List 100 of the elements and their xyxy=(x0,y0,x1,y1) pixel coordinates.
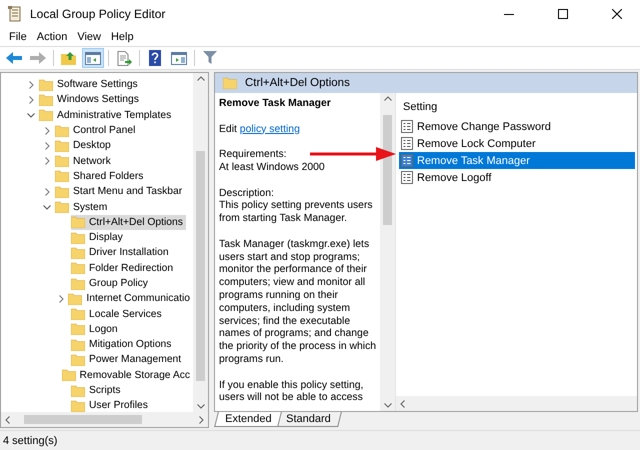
folder-icon xyxy=(71,262,85,274)
close-icon xyxy=(612,9,622,19)
folder-icon xyxy=(71,246,85,259)
requirements-label: Requirements: xyxy=(219,149,287,162)
tree-item[interactable]: Internet Communicatio xyxy=(68,291,193,306)
menu-item[interactable]: View xyxy=(72,31,106,43)
folder-icon xyxy=(68,292,82,305)
setting-row[interactable]: Remove Logoff xyxy=(399,169,635,186)
folder-icon xyxy=(71,308,85,320)
folder-icon xyxy=(71,338,85,351)
view-tab[interactable]: Standard xyxy=(276,412,342,427)
maximize-icon xyxy=(558,9,568,19)
folder-icon xyxy=(71,278,85,290)
folder-icon xyxy=(55,155,69,168)
tree-item[interactable]: System xyxy=(55,200,110,215)
folder-icon xyxy=(71,354,85,366)
scroll-left-icon[interactable] xyxy=(5,416,10,424)
tree-item[interactable]: Administrative Templates xyxy=(39,108,174,123)
tree-item[interactable]: Folder Redirection xyxy=(71,260,176,276)
tree-item[interactable]: Display xyxy=(71,230,126,246)
column-header[interactable]: Setting xyxy=(399,98,635,116)
folder-icon xyxy=(39,78,53,91)
tree-item[interactable]: Network xyxy=(55,154,114,169)
tree-item[interactable]: Ctrl+Alt+Del Options xyxy=(71,214,186,230)
description-text: This policy setting prevents users from starting Task Manager. xyxy=(219,200,374,226)
tree-item[interactable]: Logon xyxy=(71,322,121,337)
setting-icon xyxy=(401,120,413,133)
status-text: 4 setting(s) xyxy=(3,434,58,446)
folder-icon xyxy=(71,216,85,228)
tree-item[interactable]: Driver Installation xyxy=(71,245,172,260)
requirements-text: At least Windows 2000 xyxy=(219,162,325,175)
folder-icon xyxy=(55,140,69,152)
policy-setting-link[interactable]: policy setting xyxy=(240,124,300,135)
export-list-icon xyxy=(116,50,132,66)
action-pane-icon xyxy=(171,52,187,64)
scroll-down-icon[interactable] xyxy=(384,403,392,408)
folder-icon xyxy=(55,170,69,182)
folder-icon xyxy=(39,109,53,122)
folder-icon xyxy=(55,124,69,137)
scroll-left-icon[interactable] xyxy=(400,400,405,408)
tree-item[interactable]: Desktop xyxy=(55,138,114,154)
chevron-down-icon[interactable] xyxy=(43,204,51,210)
scroll-thumb[interactable] xyxy=(383,115,392,225)
scroll-thumb[interactable] xyxy=(24,415,142,424)
tree-item[interactable]: Locale Services xyxy=(71,306,165,322)
edit-label: Edit xyxy=(219,124,237,135)
tree-item[interactable]: Power Management xyxy=(71,352,184,368)
pane-title: Ctrl+Alt+Del Options xyxy=(245,77,350,89)
tree-item[interactable]: Software Settings xyxy=(39,77,141,92)
tree-item[interactable]: Group Policy xyxy=(71,276,151,291)
chevron-down-icon[interactable] xyxy=(27,112,35,118)
scroll-up-icon[interactable] xyxy=(384,96,392,101)
tree-item[interactable]: Control Panel xyxy=(55,123,138,138)
folder-icon xyxy=(55,186,69,198)
setting-row[interactable]: Remove Lock Computer xyxy=(399,135,635,152)
folder-up-icon xyxy=(61,51,77,65)
scroll-thumb[interactable] xyxy=(196,150,205,380)
view-tab[interactable]: Extended xyxy=(214,412,282,427)
back-arrow-icon xyxy=(6,52,22,64)
chevron-right-icon[interactable] xyxy=(59,294,64,303)
tree-item[interactable]: Removable Storage Acc xyxy=(62,368,193,383)
vertical-scrollbar[interactable] xyxy=(380,93,395,411)
scroll-up-icon[interactable] xyxy=(196,76,204,81)
menu-item[interactable]: File xyxy=(4,31,32,43)
help-icon xyxy=(149,50,161,66)
scroll-right-icon[interactable] xyxy=(199,416,204,424)
folder-icon xyxy=(55,201,69,214)
setting-icon xyxy=(401,137,413,150)
folder-icon xyxy=(223,77,237,89)
horizontal-scrollbar[interactable] xyxy=(1,412,208,427)
scroll-down-icon[interactable] xyxy=(196,404,204,409)
setting-icon xyxy=(401,154,413,167)
tree-item[interactable]: Mitigation Options xyxy=(71,337,174,352)
tree-item[interactable]: Scripts xyxy=(71,383,124,398)
vertical-scrollbar[interactable] xyxy=(193,73,208,412)
window-title: Local Group Policy Editor xyxy=(30,7,166,21)
setting-row[interactable]: Remove Change Password xyxy=(399,118,635,135)
toolbar-button[interactable] xyxy=(82,48,104,68)
horizontal-scrollbar[interactable] xyxy=(396,396,637,411)
folder-icon xyxy=(71,323,85,336)
chevron-right-icon[interactable] xyxy=(44,188,50,196)
console-tree-icon xyxy=(85,52,101,64)
menu-item[interactable]: Action xyxy=(32,31,72,43)
menu-item[interactable]: Help xyxy=(106,31,139,43)
tree-item[interactable]: User Profiles xyxy=(71,398,151,412)
description-text: If you enable this policy setting, users will not be able to access xyxy=(219,380,364,406)
folder-icon xyxy=(71,384,85,397)
folder-icon xyxy=(62,369,76,382)
filter-icon xyxy=(203,51,217,65)
setting-icon xyxy=(401,171,413,184)
folder-icon xyxy=(39,94,53,106)
tree-item[interactable]: Start Menu and Taskbar xyxy=(55,184,186,200)
setting-row[interactable]: Remove Task Manager xyxy=(399,152,635,169)
description-label: Description: xyxy=(219,188,274,200)
forward-arrow-icon xyxy=(30,52,46,64)
policy-title: Remove Task Manager xyxy=(219,98,332,111)
description-text: Task Manager (taskmgr.exe) lets users start and stop programs; monitor the performance of their computers; view and monitor all programs running on their computers, including system services; find the executable names of programs; and change the priority of the process in which programs run. xyxy=(219,238,377,367)
tree-item[interactable]: Shared Folders xyxy=(55,168,146,184)
tree-item[interactable]: Windows Settings xyxy=(39,92,142,108)
app-icon xyxy=(8,6,22,22)
